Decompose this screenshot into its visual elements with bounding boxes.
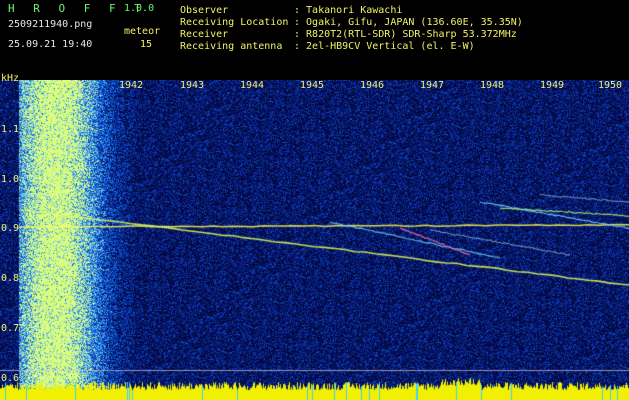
location-value: : Ogaki, Gifu, JAPAN (136.60E, 35.35N) — [294, 17, 523, 28]
receiver-label: Receiver — [180, 29, 229, 40]
x-tick-label: 1949 — [540, 80, 565, 91]
x-tick-label: 1950 — [598, 80, 623, 91]
y-tick-label: 1.0 — [1, 174, 20, 185]
file-name: 2509211940.png — [8, 19, 93, 30]
location-label: Receiving Location — [180, 17, 289, 28]
date-time: 25.09.21 19:40 — [8, 39, 93, 50]
meteor-count: 15 — [140, 39, 153, 50]
x-tick-label: 1944 — [240, 80, 265, 91]
y-tick-label: 1.1 — [1, 124, 20, 135]
x-tick-label: 1942 — [119, 80, 144, 91]
spectrogram-canvas — [0, 80, 629, 400]
y-tick-label: 0.8 — [1, 273, 20, 284]
x-tick-label: 1943 — [180, 80, 205, 91]
y-tick-label: 0.6 — [1, 373, 20, 384]
x-tick-label: 1947 — [420, 80, 445, 91]
antenna-label: Receiving antenna — [180, 41, 283, 52]
y-tick-label: 0.9 — [1, 223, 20, 234]
receiver-value: : R820T2(RTL-SDR) SDR-Sharp 53.372MHz — [294, 29, 517, 40]
y-axis-unit: kHz — [1, 73, 20, 84]
x-tick-label: 1948 — [480, 80, 505, 91]
y-tick-label: 0.7 — [1, 323, 20, 334]
app-version: 1.0.0 — [124, 3, 155, 14]
antenna-value: : 2el-HB9CV Vertical (el. E-W) — [294, 41, 475, 52]
observer-label: Observer — [180, 5, 229, 16]
observer-value: : Takanori Kawachi — [294, 5, 403, 16]
x-tick-label: 1941 — [59, 80, 84, 91]
x-tick-label: 1945 — [300, 80, 325, 91]
meteor-label: meteor — [124, 26, 161, 37]
header-panel: H R O F F T 1.0.0 2509211940.png 25.09.2… — [0, 0, 629, 80]
x-tick-label: 1946 — [360, 80, 385, 91]
